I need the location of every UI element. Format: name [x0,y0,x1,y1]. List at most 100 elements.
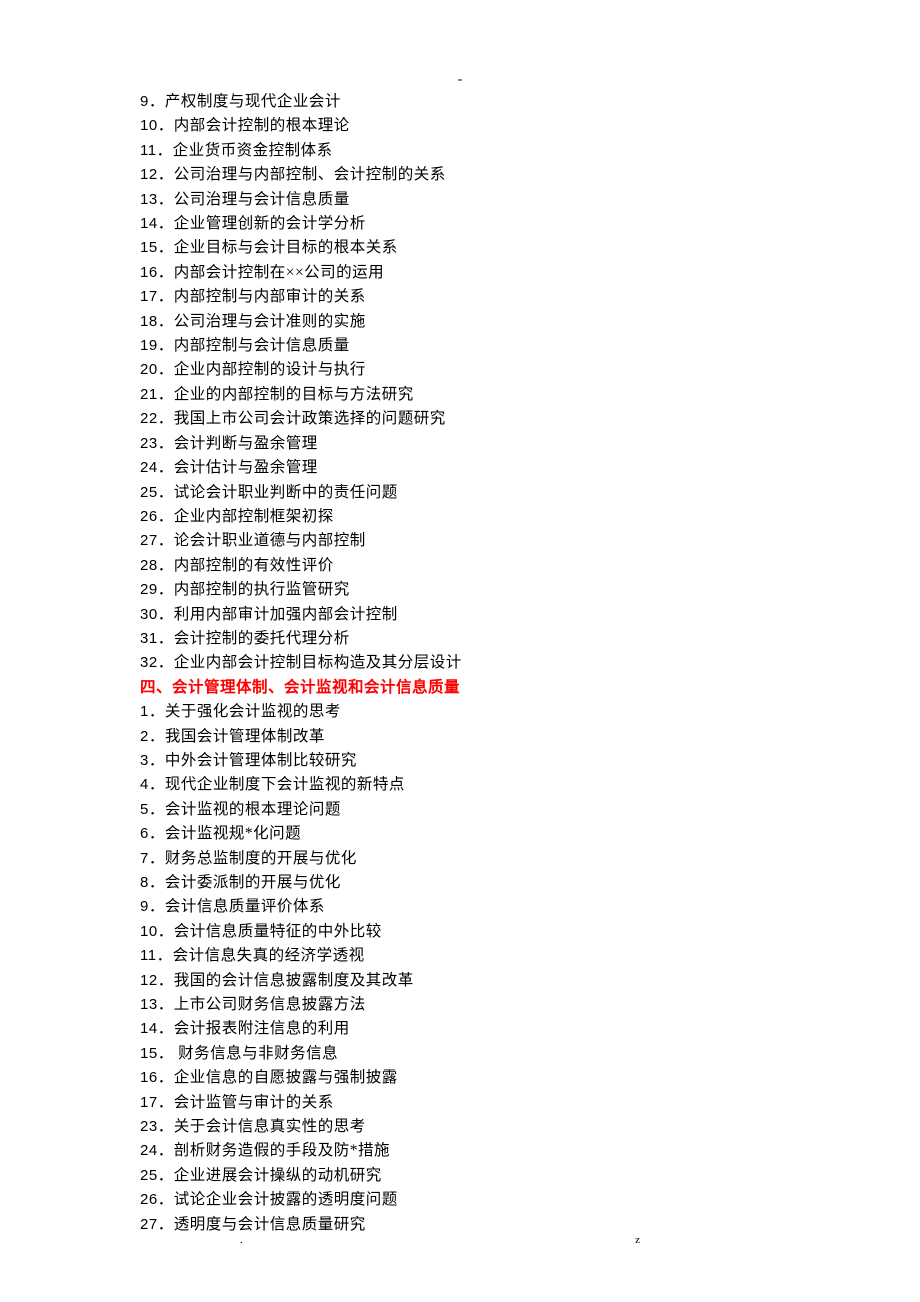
item-number: 31 [140,630,158,647]
item-text: 企业管理创新的会计学分析 [174,215,366,232]
list-item: 9．产权制度与现代企业会计 [140,90,780,114]
list-item: 23．会计判断与盈余管理 [140,432,780,456]
item-separator: ． [158,386,174,403]
item-separator: ． [158,1020,174,1037]
item-text: 企业内部控制框架初探 [174,508,334,525]
item-number: 24 [140,1142,158,1159]
list-item: 29．内部控制的执行监管研究 [140,578,780,602]
item-text: 公司治理与会计准则的实施 [174,313,366,330]
item-separator: ． [158,1191,174,1208]
list-item: 27．论会计职业道德与内部控制 [140,529,780,553]
item-number: 22 [140,410,158,427]
list-item: 25．企业进展会计操纵的动机研究 [140,1164,780,1188]
item-text: 会计监视的根本理论问题 [165,801,341,818]
item-text: 企业的内部控制的目标与方法研究 [174,386,414,403]
item-number: 15 [140,239,158,256]
item-separator: ． [158,410,174,427]
item-separator: ． [157,142,173,159]
item-text: 关于会计信息真实性的思考 [174,1118,366,1135]
item-number: 15 [140,1045,158,1062]
item-separator: ． [158,166,174,183]
item-separator: ． [158,630,174,647]
list-item: 22．我国上市公司会计政策选择的问题研究 [140,407,780,431]
list-item: 31．会计控制的委托代理分析 [140,627,780,651]
item-number: 28 [140,557,158,574]
item-text: 现代企业制度下会计监视的新特点 [165,776,405,793]
item-separator: ． [158,337,174,354]
list-item: 18．公司治理与会计准则的实施 [140,310,780,334]
item-number: 16 [140,264,158,281]
list-item: 3．中外会计管理体制比较研究 [140,749,780,773]
list-item: 1．关于强化会计监视的思考 [140,700,780,724]
document-content: 9．产权制度与现代企业会计10．内部会计控制的根本理论11．企业货币资金控制体系… [140,90,780,1237]
item-number: 11 [140,947,157,964]
item-number: 13 [140,996,158,1013]
item-text: 中外会计管理体制比较研究 [165,752,357,769]
item-separator: ． [158,1045,174,1062]
list-item: 7．财务总监制度的开展与优化 [140,847,780,871]
item-separator: ． [158,996,174,1013]
item-text: 试论企业会计披露的透明度问题 [174,1191,398,1208]
item-text: 内部控制的有效性评价 [174,557,334,574]
item-separator: ． [158,532,174,549]
list-item: 24．剖析财务造假的手段及防*措施 [140,1139,780,1163]
item-number: 14 [140,215,158,232]
item-separator: ． [149,898,165,915]
item-separator: ． [149,93,165,110]
list-item: 24．会计估计与盈余管理 [140,456,780,480]
item-text: 关于强化会计监视的思考 [165,703,341,720]
item-number: 18 [140,313,158,330]
item-text: 公司治理与内部控制、会计控制的关系 [174,166,446,183]
item-text: 透明度与会计信息质量研究 [174,1216,366,1233]
item-separator: ． [158,191,174,208]
item-number: 6 [140,825,149,842]
item-separator: ． [158,435,174,452]
list-item: 15． 财务信息与非财务信息 [140,1042,780,1066]
item-text: 会计监视规*化问题 [165,825,301,842]
section-heading: 四、会计管理体制、会计监视和会计信息质量 [140,676,780,700]
item-number: 11 [140,142,157,159]
item-text: 我国的会计信息披露制度及其改革 [174,972,414,989]
item-separator: ． [158,215,174,232]
item-separator: ． [158,923,174,940]
item-number: 10 [140,923,158,940]
list-item: 17．内部控制与内部审计的关系 [140,285,780,309]
list-item: 13．上市公司财务信息披露方法 [140,993,780,1017]
item-number: 32 [140,654,158,671]
list-item: 26．企业内部控制框架初探 [140,505,780,529]
item-number: 30 [140,606,158,623]
list-item: 15．企业目标与会计目标的根本关系 [140,236,780,260]
item-separator: ． [158,1142,174,1159]
item-number: 8 [140,874,149,891]
list-item: 11．会计信息失真的经济学透视 [140,944,780,968]
item-number: 25 [140,484,158,501]
item-text: 会计报表附注信息的利用 [174,1020,350,1037]
item-text: 试论会计职业判断中的责任问题 [174,484,398,501]
item-number: 19 [140,337,158,354]
list-item: 12．我国的会计信息披露制度及其改革 [140,969,780,993]
item-separator: ． [149,801,165,818]
item-number: 21 [140,386,158,403]
item-number: 14 [140,1020,158,1037]
list-item: 8．会计委派制的开展与优化 [140,871,780,895]
item-number: 3 [140,752,149,769]
item-text: 企业进展会计操纵的动机研究 [174,1167,382,1184]
item-number: 23 [140,1118,158,1135]
item-text: 会计信息质量特征的中外比较 [174,923,382,940]
item-number: 2 [140,728,149,745]
item-separator: ． [149,728,165,745]
list-item: 4．现代企业制度下会计监视的新特点 [140,773,780,797]
item-separator: ． [158,606,174,623]
item-separator: ． [158,459,174,476]
section-2: 1．关于强化会计监视的思考2．我国会计管理体制改革3．中外会计管理体制比较研究4… [140,700,780,1237]
item-number: 9 [140,93,149,110]
item-separator: ． [158,1069,174,1086]
item-number: 27 [140,1216,158,1233]
item-number: 24 [140,459,158,476]
list-item: 10．内部会计控制的根本理论 [140,114,780,138]
item-text: 企业货币资金控制体系 [173,142,333,159]
item-number: 17 [140,1094,158,1111]
list-item: 12．公司治理与内部控制、会计控制的关系 [140,163,780,187]
list-item: 21．企业的内部控制的目标与方法研究 [140,383,780,407]
list-item: 5．会计监视的根本理论问题 [140,798,780,822]
